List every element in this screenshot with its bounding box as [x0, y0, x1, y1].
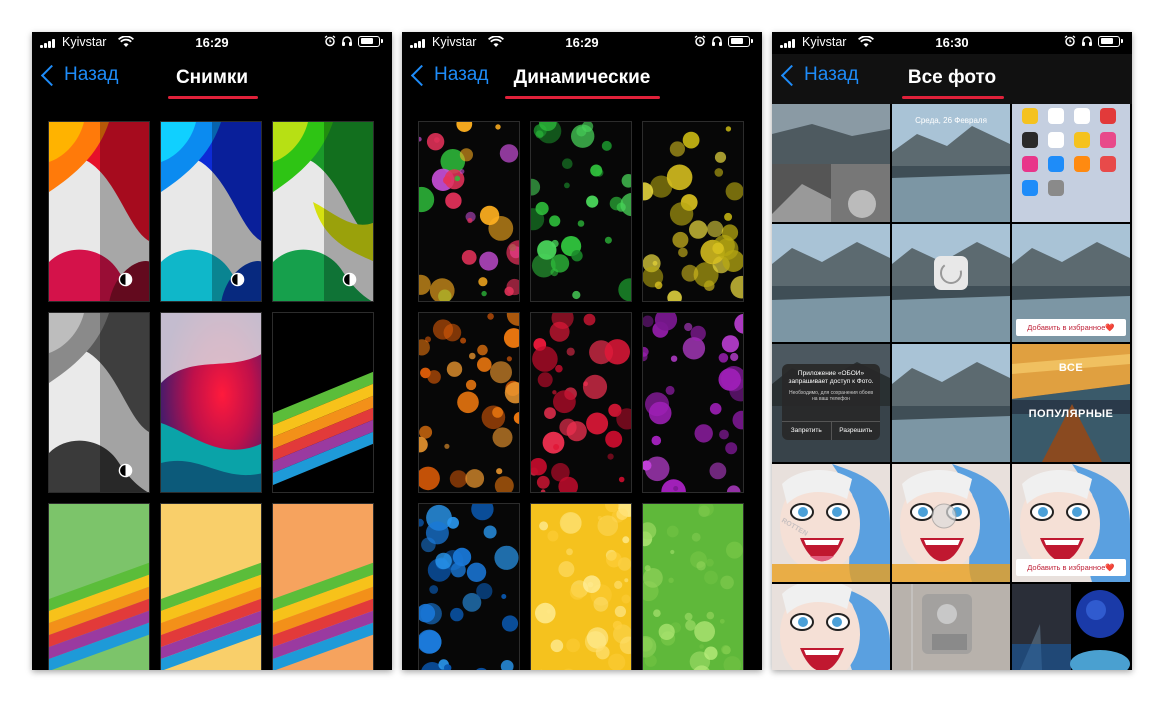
alarm-icon — [1064, 35, 1076, 47]
add-to-favorites-button[interactable]: Добавить в избранное❤️ — [1016, 559, 1126, 576]
photo-thumbnail[interactable] — [772, 104, 890, 222]
phone-screen-all-photos: Kyivstar 16:30 Назад Все фото Среда, 26 … — [772, 32, 1132, 670]
dynamic-wallpaper-thumbnail[interactable] — [530, 503, 632, 670]
dynamic-wallpaper-thumbnail[interactable] — [642, 503, 744, 670]
alert-title: Приложение «ОБОИ» запрашивает доступ к Ф… — [788, 370, 874, 385]
bokeh-pattern — [419, 122, 519, 301]
alert-deny-button[interactable]: Запретить — [782, 422, 832, 440]
bokeh-pattern — [643, 313, 743, 492]
battery-icon — [358, 35, 383, 47]
alert-allow-button[interactable]: Разрешить — [832, 422, 881, 440]
photo-thumbnail[interactable]: Среда, 26 Февраля — [892, 104, 1010, 222]
dynamic-wallpaper-thumbnail[interactable] — [418, 312, 520, 493]
status-bar: Kyivstar 16:30 — [772, 32, 1132, 54]
dynamic-wallpaper-thumbnail[interactable] — [642, 312, 744, 493]
wallpaper-thumbnail[interactable] — [160, 121, 262, 302]
dynamic-wallpaper-thumbnail[interactable] — [530, 312, 632, 493]
headphones-icon — [712, 36, 722, 46]
title-underline — [168, 96, 258, 99]
photo-thumbnail[interactable]: ROTTEN — [772, 464, 890, 582]
title-underline — [902, 96, 1004, 99]
photo-thumbnail[interactable] — [772, 584, 890, 670]
photo-thumbnail[interactable] — [1012, 104, 1130, 222]
permission-alert: Приложение «ОБОИ» запрашивает доступ к Ф… — [782, 364, 880, 440]
live-photo-icon — [342, 272, 357, 287]
wallpaper-thumbnail[interactable] — [48, 312, 150, 493]
wallpaper-thumbnail[interactable] — [160, 312, 262, 493]
add-to-favorites-button[interactable]: Добавить в избранное❤️ — [1016, 319, 1126, 336]
alarm-icon — [324, 35, 336, 47]
wallpaper-thumbnail[interactable] — [48, 503, 150, 670]
photo-thumbnail[interactable] — [892, 344, 1010, 462]
phone-screen-snapshots: Kyivstar 16:29 Назад Снимки — [32, 32, 392, 670]
live-photo-icon — [230, 272, 245, 287]
category-all: ВСЕ — [1058, 362, 1084, 374]
status-bar: Kyivstar 16:29 — [402, 32, 762, 54]
wallpaper-thumbnail[interactable] — [48, 121, 150, 302]
live-photo-icon — [118, 463, 133, 478]
title-underline — [505, 96, 660, 99]
dynamic-wallpaper-thumbnail[interactable] — [418, 121, 520, 302]
bokeh-pattern — [531, 313, 631, 492]
photo-thumbnail[interactable]: Добавить в избранное❤️ — [1012, 464, 1130, 582]
bokeh-pattern — [643, 504, 743, 670]
photo-grid: Среда, 26 Февраля Добавить в избранное❤️ — [772, 104, 1132, 670]
photo-thumbnail[interactable]: ВСЕ ПОПУЛЯРНЫЕ — [1012, 344, 1130, 462]
dynamic-wallpaper-thumbnail[interactable] — [642, 121, 744, 302]
photo-thumbnail[interactable] — [772, 224, 890, 342]
page-title: Снимки — [175, 67, 249, 88]
bokeh-pattern — [419, 504, 519, 670]
page-title: Динамические — [513, 67, 651, 88]
photo-thumbnail[interactable]: Добавить в избранное❤️ — [1012, 224, 1130, 342]
lock-screen-date: Среда, 26 Февраля — [915, 116, 987, 125]
dynamic-wallpaper-thumbnail[interactable] — [418, 503, 520, 670]
headphones-icon — [342, 36, 352, 46]
photo-thumbnail[interactable] — [892, 224, 1010, 342]
alarm-icon — [694, 35, 706, 47]
bokeh-pattern — [643, 126, 743, 301]
live-photo-icon — [118, 272, 133, 287]
battery-icon — [1098, 35, 1123, 47]
category-popular: ПОПУЛЯРНЫЕ — [1028, 408, 1114, 420]
bokeh-pattern — [531, 122, 631, 301]
wallpaper-thumbnail[interactable] — [272, 121, 374, 302]
wallpaper-thumbnail[interactable] — [272, 503, 374, 670]
page-title: Все фото — [907, 67, 997, 88]
photo-thumbnail[interactable] — [892, 464, 1010, 582]
wallpaper-thumbnail[interactable] — [160, 503, 262, 670]
status-bar: Kyivstar 16:29 — [32, 32, 392, 54]
photo-thumbnail[interactable]: Приложение «ОБОИ» запрашивает доступ к Ф… — [772, 344, 890, 462]
wallpaper-thumbnail[interactable] — [272, 312, 374, 493]
photo-thumbnail[interactable] — [892, 584, 1010, 670]
battery-icon — [728, 35, 753, 47]
headphones-icon — [1082, 36, 1092, 46]
phone-screen-dynamic: Kyivstar 16:29 Назад Динамические — [402, 32, 762, 670]
bokeh-pattern — [419, 313, 519, 492]
photo-thumbnail[interactable] — [1012, 584, 1130, 670]
dynamic-wallpaper-thumbnail[interactable] — [530, 121, 632, 302]
bokeh-pattern — [535, 504, 631, 670]
alert-message: Необходимо, для сохранения обоев на ваш … — [788, 390, 874, 402]
